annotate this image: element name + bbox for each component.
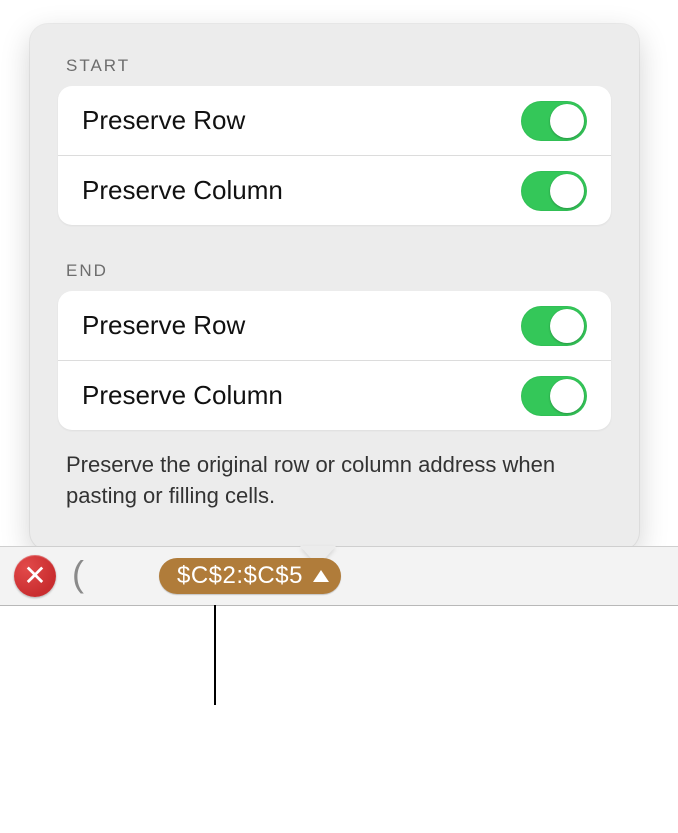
end-preserve-row-row: Preserve Row [58,291,611,360]
reference-token[interactable]: $C$2:$C$5 [159,558,341,594]
toggle-knob [550,379,584,413]
end-preserve-row-toggle[interactable] [521,306,587,346]
toggle-knob [550,309,584,343]
formula-bar: ✕ ( $C$2:$C$5 ) [0,546,678,606]
close-icon: ✕ [23,562,46,590]
preserve-reference-popover: START Preserve Row Preserve Column END P… [30,24,639,550]
end-group: Preserve Row Preserve Column [58,291,611,430]
section-label-end: END [66,261,611,281]
end-preserve-column-label: Preserve Column [82,380,283,411]
end-preserve-row-label: Preserve Row [82,310,245,341]
reference-token-text: $C$2:$C$5 [177,562,303,590]
start-preserve-column-label: Preserve Column [82,175,283,206]
left-paren-icon: ( [72,556,84,592]
end-preserve-column-row: Preserve Column [58,360,611,430]
start-preserve-column-row: Preserve Column [58,155,611,225]
start-preserve-row-toggle[interactable] [521,101,587,141]
toggle-knob [550,174,584,208]
section-label-start: START [66,56,611,76]
start-preserve-column-toggle[interactable] [521,171,587,211]
help-text: Preserve the original row or column addr… [66,450,603,512]
start-group: Preserve Row Preserve Column [58,86,611,225]
close-button[interactable]: ✕ [14,555,56,597]
formula-field[interactable]: ( $C$2:$C$5 ) [72,556,664,596]
callout-line [214,605,216,705]
toggle-knob [550,104,584,138]
start-preserve-row-row: Preserve Row [58,86,611,155]
chevron-up-icon [313,570,329,582]
start-preserve-row-label: Preserve Row [82,105,245,136]
end-preserve-column-toggle[interactable] [521,376,587,416]
